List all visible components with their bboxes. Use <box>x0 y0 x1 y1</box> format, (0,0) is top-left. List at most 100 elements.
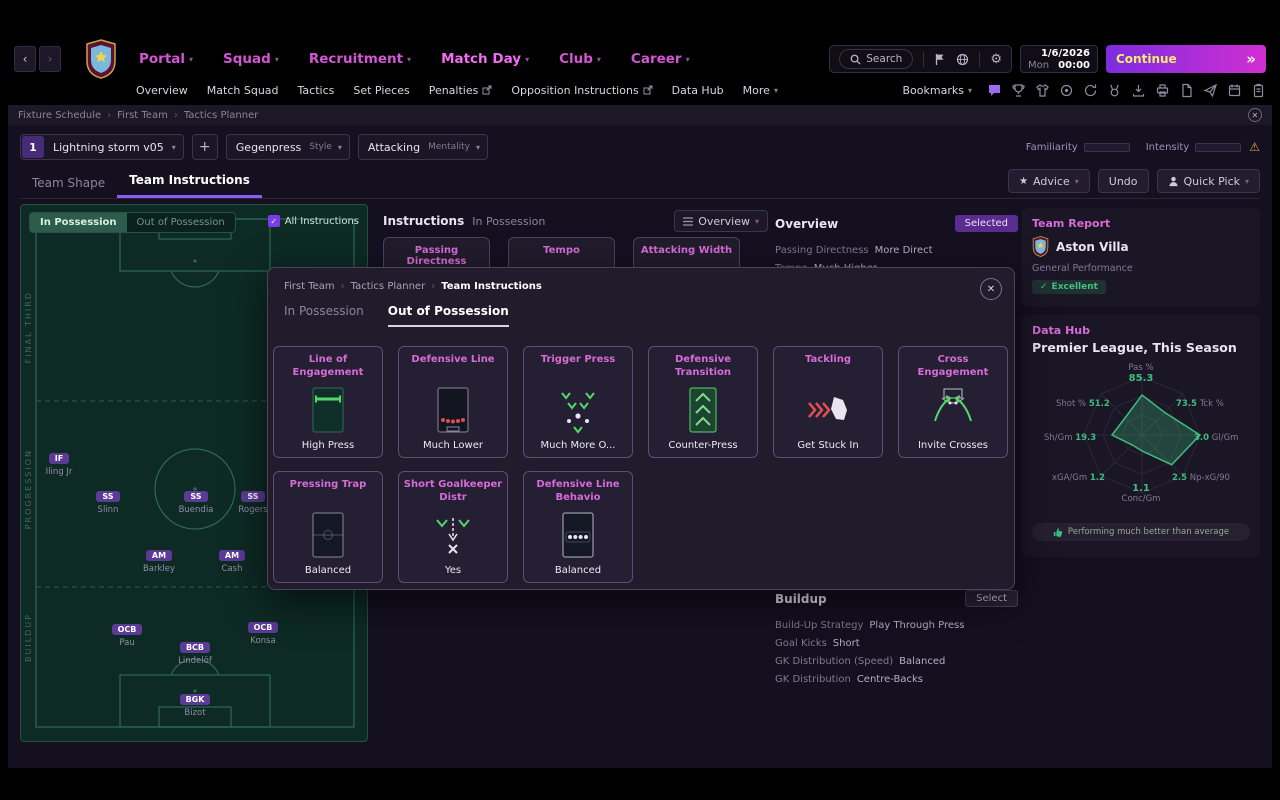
language-globe-icon[interactable] <box>956 53 969 66</box>
chevron-down-icon: ▾ <box>338 143 342 152</box>
medal-icon[interactable] <box>1107 83 1122 98</box>
bookmarks-dropdown[interactable]: Bookmarks▾ <box>903 84 972 97</box>
document-icon[interactable] <box>1179 83 1194 98</box>
instruction-card-line-of-engagement[interactable]: Line of Engagement High Press <box>273 346 383 458</box>
search-button[interactable]: Search <box>839 49 913 69</box>
quick-access-toolbar: Bookmarks▾ <box>903 83 1266 98</box>
pitch-player[interactable]: BCBLindelöf <box>153 635 237 666</box>
undo-button[interactable]: Undo <box>1098 169 1149 193</box>
breadcrumb-item[interactable]: Tactics Planner <box>351 281 426 292</box>
breadcrumb-item[interactable]: Fixture Schedule <box>18 110 101 121</box>
chevron-down-icon: ▾ <box>525 55 529 64</box>
menu-match-day[interactable]: Match Day▾ <box>441 51 529 67</box>
day-value: Mon <box>1028 60 1049 72</box>
breadcrumb: Fixture Schedule › First Team › Tactics … <box>8 105 1272 125</box>
instruction-card-trigger-press[interactable]: Trigger Press Much More O... <box>523 346 633 458</box>
settings-gear-icon[interactable]: ⚙ <box>990 53 1002 66</box>
search-icon <box>850 54 861 65</box>
toggle-in-possession[interactable]: In Possession <box>30 213 127 232</box>
tab-team-instructions[interactable]: Team Instructions <box>117 165 262 198</box>
selected-button[interactable]: Selected <box>955 215 1018 232</box>
chevron-down-icon: ▾ <box>1245 177 1249 186</box>
cross-engagement-icon <box>931 379 975 440</box>
pitch-player[interactable]: AMBarkley <box>117 543 201 574</box>
ball-icon[interactable] <box>1059 83 1074 98</box>
pitch-player[interactable]: BGKBizot <box>153 687 237 718</box>
breadcrumb-item[interactable]: First Team <box>284 281 335 292</box>
toggle-out-of-possession[interactable]: Out of Possession <box>127 213 235 232</box>
instructions-header: Instructions In Possession Overview ▾ <box>383 209 768 233</box>
pitch-player[interactable]: SSSlinn <box>66 484 150 515</box>
menu-recruitment[interactable]: Recruitment▾ <box>309 51 411 67</box>
pressing-trap-icon <box>306 504 350 565</box>
pitch-player[interactable]: AMCash <box>190 543 274 574</box>
mentality-select[interactable]: Attacking Mentality ▾ <box>358 134 488 160</box>
team-instructions-modal: First Team › Tactics Planner › Team Inst… <box>267 267 1015 590</box>
tactic-toolbar: 1 Lightning storm v05 ▾ + Gegenpress Sty… <box>20 132 1260 162</box>
clipboard-icon[interactable] <box>1251 83 1266 98</box>
club-crest-logo <box>85 39 117 79</box>
style-select[interactable]: Gegenpress Style ▾ <box>226 134 350 160</box>
tab-team-shape[interactable]: Team Shape <box>20 168 117 198</box>
tactic-select[interactable]: 1 Lightning storm v05 ▾ <box>20 134 184 160</box>
star-icon: ★ <box>1019 176 1028 187</box>
subnav-opposition-instructions[interactable]: Opposition Instructions <box>511 84 652 97</box>
check-icon: ✓ <box>1040 282 1048 292</box>
defensive-transition-icon <box>681 379 725 440</box>
pitch-player[interactable]: IFIling Jr <box>20 446 101 477</box>
chevron-down-icon: ▾ <box>476 143 480 152</box>
trophy-icon[interactable] <box>1011 83 1026 98</box>
chat-icon[interactable] <box>987 83 1002 98</box>
divider <box>979 51 980 67</box>
buildup-row: GK Distribution (Speed)Balanced <box>775 653 1018 671</box>
subnav-tactics[interactable]: Tactics <box>298 84 335 97</box>
subnav-more[interactable]: More▾ <box>743 84 778 97</box>
refresh-icon[interactable] <box>1083 83 1098 98</box>
modal-tab-in-possession[interactable]: In Possession <box>284 304 364 327</box>
subnav-penalties[interactable]: Penalties <box>429 84 493 97</box>
instruction-card-defensive-transition[interactable]: Defensive Transition Counter-Press <box>648 346 758 458</box>
data-hub-panel: Data Hub Premier League, This Season Pas… <box>1022 315 1260 557</box>
menu-portal[interactable]: Portal▾ <box>139 51 193 67</box>
subnav-match-squad[interactable]: Match Squad <box>207 84 279 97</box>
close-icon[interactable]: ✕ <box>980 278 1002 300</box>
instruction-card-cross-engagement[interactable]: Cross Engagement Invite Crosses <box>898 346 1008 458</box>
shirt-icon[interactable] <box>1035 83 1050 98</box>
bookmark-flag-icon[interactable] <box>934 53 946 66</box>
calendar-icon[interactable] <box>1227 83 1242 98</box>
game-date: 1/6/2026 Mon 00:00 <box>1020 45 1098 73</box>
subnav-set-pieces[interactable]: Set Pieces <box>353 84 409 97</box>
menu-squad[interactable]: Squad▾ <box>223 51 279 67</box>
instruction-card-pressing-trap[interactable]: Pressing Trap Balanced <box>273 471 383 583</box>
close-icon[interactable]: ✕ <box>1248 108 1262 122</box>
all-instructions-checkbox[interactable]: ✓ All Instructions <box>268 215 359 227</box>
menu-club[interactable]: Club▾ <box>559 51 601 67</box>
printer-icon[interactable] <box>1155 83 1170 98</box>
modal-tab-out-of-possession[interactable]: Out of Possession <box>388 304 509 327</box>
team-name: Aston Villa <box>1056 240 1129 254</box>
menu-career[interactable]: Career▾ <box>631 51 690 67</box>
quick-pick-button[interactable]: Quick Pick▾ <box>1157 169 1260 193</box>
breadcrumb-separator: › <box>174 110 178 121</box>
breadcrumb-item[interactable]: First Team <box>117 110 168 121</box>
instruction-card-short-goalkeeper-distribution[interactable]: Short Goalkeeper Distr Yes <box>398 471 508 583</box>
send-icon[interactable] <box>1203 83 1218 98</box>
select-button[interactable]: Select <box>965 590 1018 607</box>
familiarity-bar <box>1084 143 1130 152</box>
continue-button[interactable]: Continue » <box>1106 45 1266 73</box>
instruction-card-defensive-line-behaviour[interactable]: Defensive Line Behavio Balanced <box>523 471 633 583</box>
subnav-data-hub[interactable]: Data Hub <box>672 84 724 97</box>
back-button[interactable]: ‹ <box>14 46 36 72</box>
header-tools-group: Search ⚙ <box>829 45 1012 73</box>
download-icon[interactable] <box>1131 83 1146 98</box>
instruction-card-defensive-line[interactable]: Defensive Line Much Lower <box>398 346 508 458</box>
divider <box>923 51 924 67</box>
breadcrumb-item[interactable]: Tactics Planner <box>184 110 259 121</box>
advice-button[interactable]: ★Advice▾ <box>1008 169 1090 193</box>
add-tactic-button[interactable]: + <box>192 134 218 160</box>
view-mode-dropdown[interactable]: Overview ▾ <box>674 210 768 232</box>
primary-menu: Portal▾ Squad▾ Recruitment▾ Match Day▾ C… <box>139 51 690 67</box>
subnav-overview[interactable]: Overview <box>136 84 188 97</box>
forward-button[interactable]: › <box>39 46 61 72</box>
instruction-card-tackling[interactable]: Tackling Get Stuck In <box>773 346 883 458</box>
